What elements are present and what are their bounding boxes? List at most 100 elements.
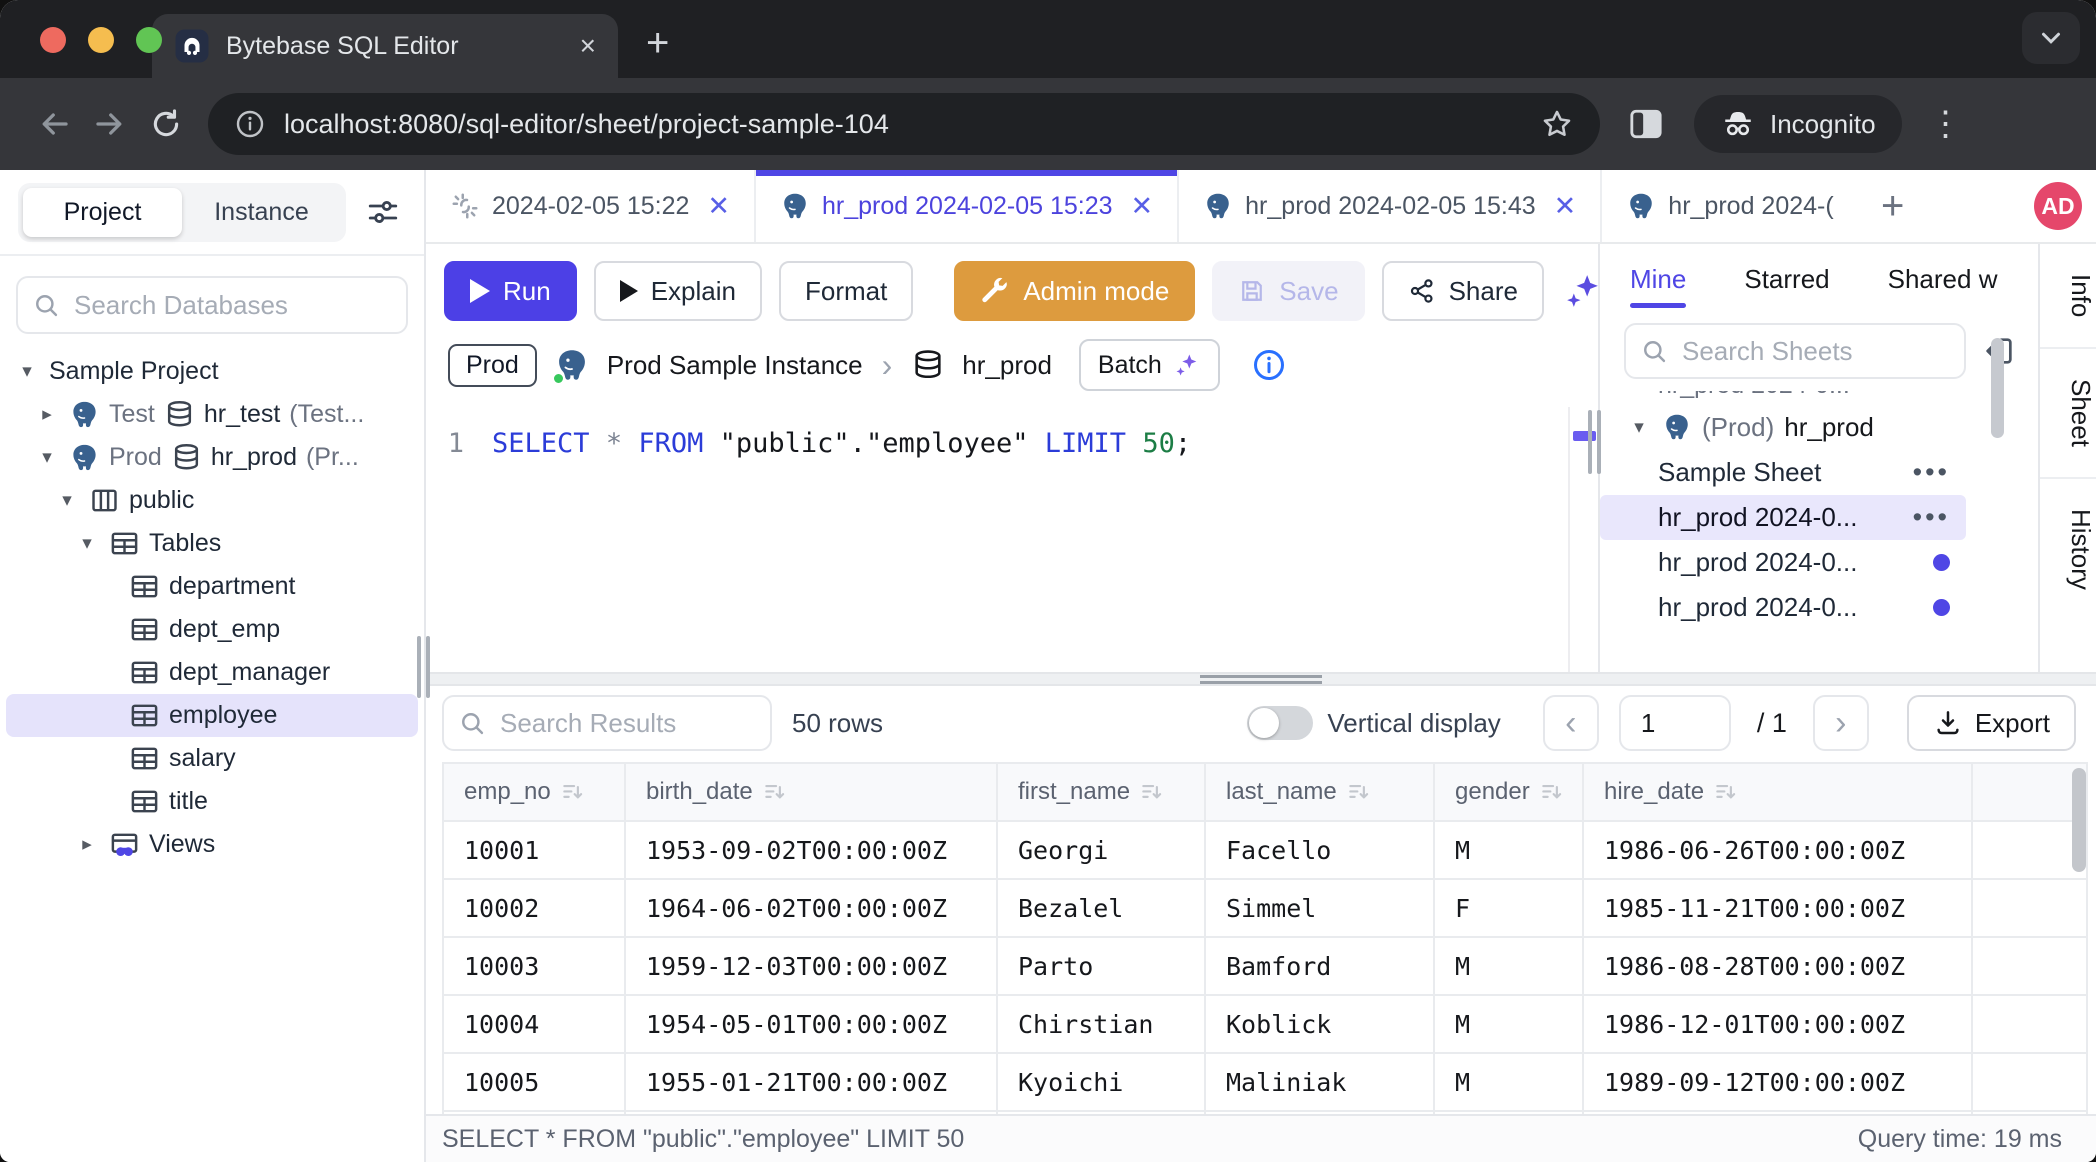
back-button[interactable] (26, 96, 82, 152)
sheet-item-hr-prod-2024-0[interactable]: hr_prod 2024-0... (1600, 585, 1966, 630)
format-button[interactable]: Format (779, 261, 913, 321)
sheet-tab-hr-prod-2024-02-05-15-43[interactable]: hr_prod 2024-02-05 15:43✕ (1179, 170, 1602, 242)
column-header-emp-no[interactable]: emp_no (443, 763, 625, 821)
column-header-gender[interactable]: gender (1434, 763, 1583, 821)
table-cell[interactable]: 1953-09-02T00:00:00Z (625, 821, 997, 879)
table-cell[interactable]: 1986-12-01T00:00:00Z (1583, 995, 1972, 1053)
info-circle-icon[interactable] (1251, 347, 1287, 383)
table-cell[interactable]: Parto (997, 937, 1205, 995)
table-cell[interactable]: 10003 (443, 937, 625, 995)
sheet-panel-tab-starred[interactable]: Starred (1744, 264, 1829, 295)
sort-icon[interactable] (1346, 779, 1372, 805)
column-header-last-name[interactable]: last_name (1205, 763, 1434, 821)
sort-icon[interactable] (1713, 779, 1739, 805)
close-tab-icon[interactable]: ✕ (1554, 191, 1577, 222)
column-header-hire-date[interactable]: hire_date (1583, 763, 1972, 821)
sheet-item-sample-sheet[interactable]: Sample Sheet••• (1600, 450, 1966, 495)
column-header-first-name[interactable]: first_name (997, 763, 1205, 821)
more-actions-icon[interactable]: ••• (1913, 457, 1950, 488)
close-window-button[interactable] (40, 27, 66, 53)
table-cell[interactable]: 10004 (443, 995, 625, 1053)
address-bar[interactable]: localhost:8080/sql-editor/sheet/project-… (208, 93, 1600, 155)
environment-chip[interactable]: Prod (448, 344, 537, 387)
caret-right-icon[interactable]: ▸ (74, 833, 100, 856)
search-sheets-input[interactable] (1680, 335, 1950, 368)
user-avatar[interactable]: AD (2034, 182, 2082, 230)
table-cell[interactable]: 1985-11-21T00:00:00Z (1583, 879, 1972, 937)
search-databases-input[interactable] (72, 289, 392, 322)
table-cell[interactable]: 1989-09-12T00:00:00Z (1583, 1053, 1972, 1111)
add-sheet-button[interactable]: + (1858, 170, 1928, 242)
table-cell[interactable]: 10002 (443, 879, 625, 937)
sheet-item-hr-prod-2024-0[interactable]: hr_prod 2024-0... (1600, 540, 1966, 585)
table-cell[interactable]: Bamford (1205, 937, 1434, 995)
site-info-icon[interactable] (234, 108, 266, 140)
forward-button[interactable] (82, 96, 138, 152)
table-cell[interactable]: 1986-06-26T00:00:00Z (1583, 821, 1972, 879)
table-cell[interactable]: 10006 (443, 1111, 625, 1114)
table-cell[interactable]: 1954-05-01T00:00:00Z (625, 995, 997, 1053)
sort-icon[interactable] (1139, 779, 1165, 805)
table-cell[interactable]: M (1434, 937, 1583, 995)
table-row[interactable]: 100041954-05-01T00:00:00ZChirstianKoblic… (443, 995, 2087, 1053)
search-results-box[interactable] (442, 695, 772, 751)
tree-node-hr-test[interactable]: ▸Testhr_test(Test... (6, 393, 418, 436)
table-cell[interactable]: Simmel (1205, 879, 1434, 937)
sheet-panel-tab-mine[interactable]: Mine (1630, 264, 1686, 295)
instance-name[interactable]: Prod Sample Instance (607, 350, 863, 381)
search-databases-box[interactable] (16, 276, 408, 334)
table-cell[interactable]: Bezalel (997, 879, 1205, 937)
table-cell[interactable]: 1955-01-21T00:00:00Z (625, 1053, 997, 1111)
vertical-display-toggle[interactable] (1247, 706, 1313, 740)
next-page-button[interactable]: › (1813, 695, 1869, 751)
share-button[interactable]: Share (1382, 261, 1544, 321)
sort-icon[interactable] (560, 779, 586, 805)
table-scrollbar[interactable] (2072, 768, 2086, 872)
table-row[interactable]: 100011953-09-02T00:00:00ZGeorgiFacelloM1… (443, 821, 2087, 879)
browser-menu-icon[interactable]: ⋮ (1918, 96, 1974, 152)
ai-sparkles-icon[interactable] (1563, 271, 1603, 311)
sheet-group-hr-prod[interactable]: ▾(Prod)hr_prod (1600, 404, 2038, 450)
run-button[interactable]: Run (444, 261, 577, 321)
sheet-panel-tab-shared-w[interactable]: Shared w (1888, 264, 1998, 295)
sort-icon[interactable] (762, 779, 788, 805)
table-cell[interactable]: 1989-06-02T00:00:00Z (1583, 1111, 1972, 1114)
database-name[interactable]: hr_prod (962, 350, 1052, 381)
table-cell[interactable]: 1953-04-20T00:00:00Z (625, 1111, 997, 1114)
tree-node-salary[interactable]: salary (6, 737, 418, 780)
sidebar-resize-handle[interactable] (417, 636, 430, 698)
sort-icon[interactable] (1539, 779, 1565, 805)
tree-node-sample-project[interactable]: ▾Sample Project (6, 350, 418, 393)
sheet-tab-hr-prod-2024[interactable]: hr_prod 2024-( (1602, 170, 1857, 242)
table-row[interactable]: 100061953-04-20T00:00:00ZAnnekePreusigF1… (443, 1111, 2087, 1114)
bookmark-star-icon[interactable] (1540, 107, 1574, 141)
page-number-input[interactable] (1619, 695, 1731, 751)
table-cell[interactable]: Chirstian (997, 995, 1205, 1053)
rail-tab-info[interactable]: Info (2040, 244, 2096, 349)
sql-editor[interactable]: 1 SELECT * FROM "public"."employee" LIMI… (426, 407, 1598, 672)
table-cell[interactable]: 1964-06-02T00:00:00Z (625, 879, 997, 937)
minimize-window-button[interactable] (88, 27, 114, 53)
close-tab-icon[interactable]: ✕ (707, 191, 730, 222)
admin-mode-button[interactable]: Admin mode (954, 261, 1195, 321)
reload-button[interactable] (138, 96, 194, 152)
table-row[interactable]: 100021964-06-02T00:00:00ZBezalelSimmelF1… (443, 879, 2087, 937)
tree-node-dept-manager[interactable]: dept_manager (6, 651, 418, 694)
table-row[interactable]: 100051955-01-21T00:00:00ZKyoichiMaliniak… (443, 1053, 2087, 1111)
horizontal-split-divider[interactable] (426, 672, 2096, 686)
drag-grip[interactable] (1200, 675, 1322, 684)
caret-down-icon[interactable]: ▾ (54, 489, 80, 512)
table-cell[interactable]: Koblick (1205, 995, 1434, 1053)
filter-sliders-icon[interactable] (360, 189, 406, 235)
tree-node-public[interactable]: ▾public (6, 479, 418, 522)
side-panel-icon[interactable] (1618, 96, 1674, 152)
table-cell[interactable]: Facello (1205, 821, 1434, 879)
tab-search-button[interactable] (2022, 12, 2080, 64)
table-cell[interactable]: 1959-12-03T00:00:00Z (625, 937, 997, 995)
rail-tab-history[interactable]: History (2040, 479, 2096, 620)
table-cell[interactable]: F (1434, 1111, 1583, 1114)
table-cell[interactable]: Preusig (1205, 1111, 1434, 1114)
clipped-sheet-item[interactable]: hr_prod 2024-0... (1600, 391, 2038, 404)
sheet-list-scrollbar[interactable] (1991, 338, 2004, 438)
caret-down-icon[interactable]: ▾ (14, 360, 40, 383)
